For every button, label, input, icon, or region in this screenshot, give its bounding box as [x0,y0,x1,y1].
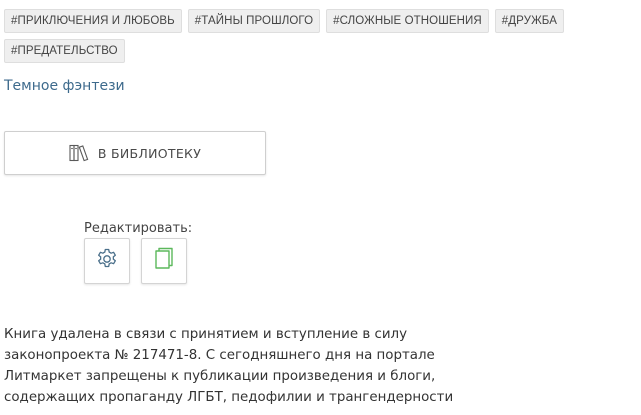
edit-book-button[interactable] [141,238,187,284]
tag-past-secrets[interactable]: #ТАЙНЫ ПРОШЛОГО [187,9,321,33]
tag-friendship[interactable]: #ДРУЖБА [494,9,564,33]
tag-adventure-love[interactable]: #ПРИКЛЮЧЕНИЯ И ЛЮБОВЬ [4,9,182,33]
notice-line: Литмаркет запрещены к публикации произве… [4,369,436,384]
edit-label: Редактировать: [84,221,193,236]
tag-complex-relations[interactable]: #СЛОЖНЫЕ ОТНОШЕНИЯ [326,9,489,33]
edit-settings-button[interactable] [84,238,130,284]
book-icon [153,247,175,275]
books-icon [69,144,89,162]
notice-line: законопроекта № 217471-8. С сегодняшнего… [4,348,435,363]
add-to-library-button[interactable]: В БИБЛИОТЕКУ [4,131,266,175]
gear-icon [95,247,119,275]
add-to-library-label: В БИБЛИОТЕКУ [97,145,202,161]
tag-betrayal[interactable]: #ПРЕДАТЕЛЬСТВО [4,39,125,63]
notice-line: Книга удалена в связи с принятием и всту… [4,327,408,342]
notice-line: содержащих пропаганду ЛГБТ, педофилии и … [4,390,454,405]
genre-link[interactable]: Темное фэнтези [4,78,125,94]
book-removed-notice: Книга удалена в связи с принятием и всту… [4,324,564,408]
tag-list: #ПРИКЛЮЧЕНИЯ И ЛЮБОВЬ #ТАЙНЫ ПРОШЛОГО #С… [4,9,634,63]
